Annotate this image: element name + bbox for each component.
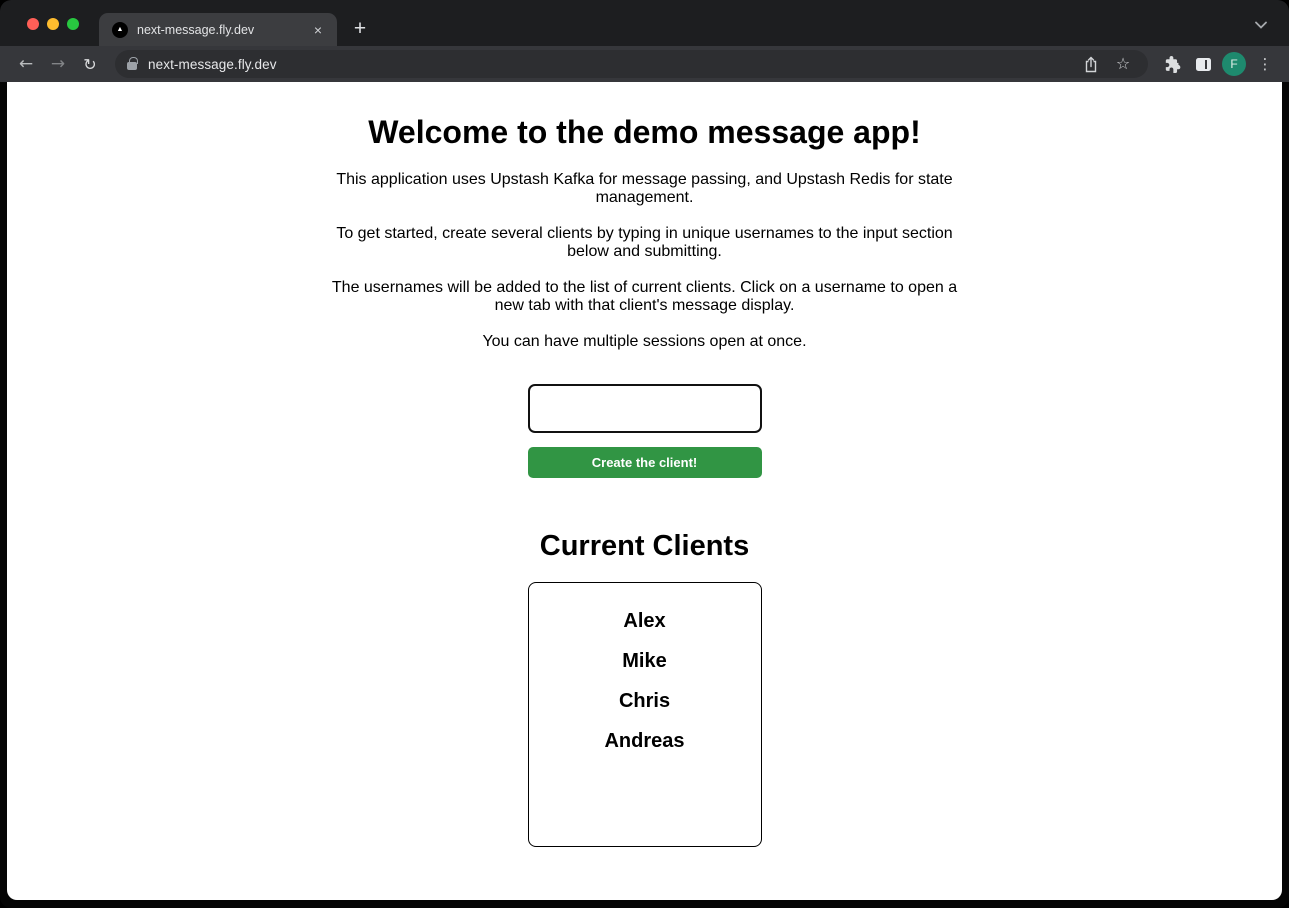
extensions-puzzle-icon[interactable] xyxy=(1158,50,1186,78)
page-title: Welcome to the demo message app! xyxy=(7,114,1282,151)
url-text[interactable]: next-message.fly.dev xyxy=(148,57,1072,72)
site-favicon-icon: ▲ xyxy=(112,22,128,38)
client-list-item[interactable]: Mike xyxy=(529,649,761,673)
current-clients-heading: Current Clients xyxy=(7,530,1282,563)
profile-avatar[interactable]: F xyxy=(1220,50,1248,78)
browser-menu-kebab-icon[interactable]: ⋮ xyxy=(1251,50,1279,78)
window-controls xyxy=(27,18,79,30)
sessions-paragraph: You can have multiple sessions open at o… xyxy=(325,333,965,351)
new-tab-button[interactable]: + xyxy=(346,15,374,43)
close-tab-icon[interactable]: × xyxy=(309,21,327,39)
minimize-window-button[interactable] xyxy=(47,18,59,30)
lock-icon[interactable] xyxy=(127,62,137,70)
address-bar[interactable]: next-message.fly.dev ☆ xyxy=(115,50,1148,78)
client-list: Alex Mike Chris Andreas xyxy=(529,609,761,753)
client-list-item[interactable]: Alex xyxy=(529,609,761,633)
reload-icon[interactable]: ↻ xyxy=(76,50,104,78)
browser-toolbar: ← → ↻ next-message.fly.dev ☆ F xyxy=(0,46,1289,82)
client-list-item[interactable]: Andreas xyxy=(529,729,761,753)
intro-paragraph: This application uses Upstash Kafka for … xyxy=(325,171,965,207)
side-panel-icon[interactable] xyxy=(1189,50,1217,78)
close-window-button[interactable] xyxy=(27,18,39,30)
back-icon[interactable]: ← xyxy=(12,50,40,78)
tab-search-chevron-icon[interactable] xyxy=(1251,18,1271,32)
browser-window: ▲ next-message.fly.dev × + ← → ↻ next-me… xyxy=(0,0,1289,908)
tab-strip: ▲ next-message.fly.dev × + xyxy=(0,0,1289,46)
bookmark-star-icon[interactable]: ☆ xyxy=(1110,51,1136,77)
active-tab[interactable]: ▲ next-message.fly.dev × xyxy=(99,13,337,46)
client-list-box: Alex Mike Chris Andreas xyxy=(528,582,762,847)
create-client-button[interactable]: Create the client! xyxy=(528,447,762,478)
page-content: Welcome to the demo message app! This ap… xyxy=(7,82,1282,900)
zoom-window-button[interactable] xyxy=(67,18,79,30)
usernames-paragraph: The usernames will be added to the list … xyxy=(325,279,965,315)
share-icon[interactable] xyxy=(1078,51,1104,77)
username-input[interactable] xyxy=(528,384,762,433)
client-list-item[interactable]: Chris xyxy=(529,689,761,713)
tab-title: next-message.fly.dev xyxy=(137,23,309,37)
forward-icon: → xyxy=(44,50,72,78)
instructions-paragraph: To get started, create several clients b… xyxy=(325,225,965,261)
create-client-form: Create the client! xyxy=(7,384,1282,478)
